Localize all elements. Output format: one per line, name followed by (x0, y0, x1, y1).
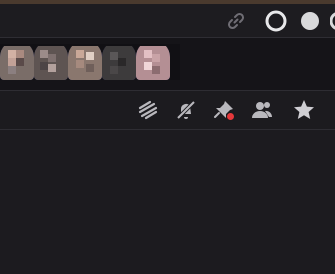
avatar[interactable] (34, 40, 68, 80)
mute-notifications-icon[interactable] (174, 98, 198, 122)
avatar-dot-icon[interactable] (300, 11, 320, 31)
link-icon[interactable] (226, 11, 246, 31)
avatar[interactable] (68, 40, 102, 80)
members-icon[interactable] (250, 98, 274, 122)
avatar[interactable] (136, 40, 170, 80)
app-window (0, 0, 335, 274)
threads-icon[interactable] (136, 98, 160, 122)
message-area (0, 130, 335, 274)
avatar[interactable] (102, 40, 136, 80)
favorite-icon[interactable] (292, 98, 316, 122)
top-bar (0, 4, 335, 37)
channel-toolbar (0, 91, 335, 129)
status-ring-icon[interactable] (264, 9, 288, 33)
pinned-messages-icon[interactable] (212, 98, 236, 122)
avatar[interactable] (0, 40, 34, 80)
more-icon[interactable] (329, 11, 335, 31)
